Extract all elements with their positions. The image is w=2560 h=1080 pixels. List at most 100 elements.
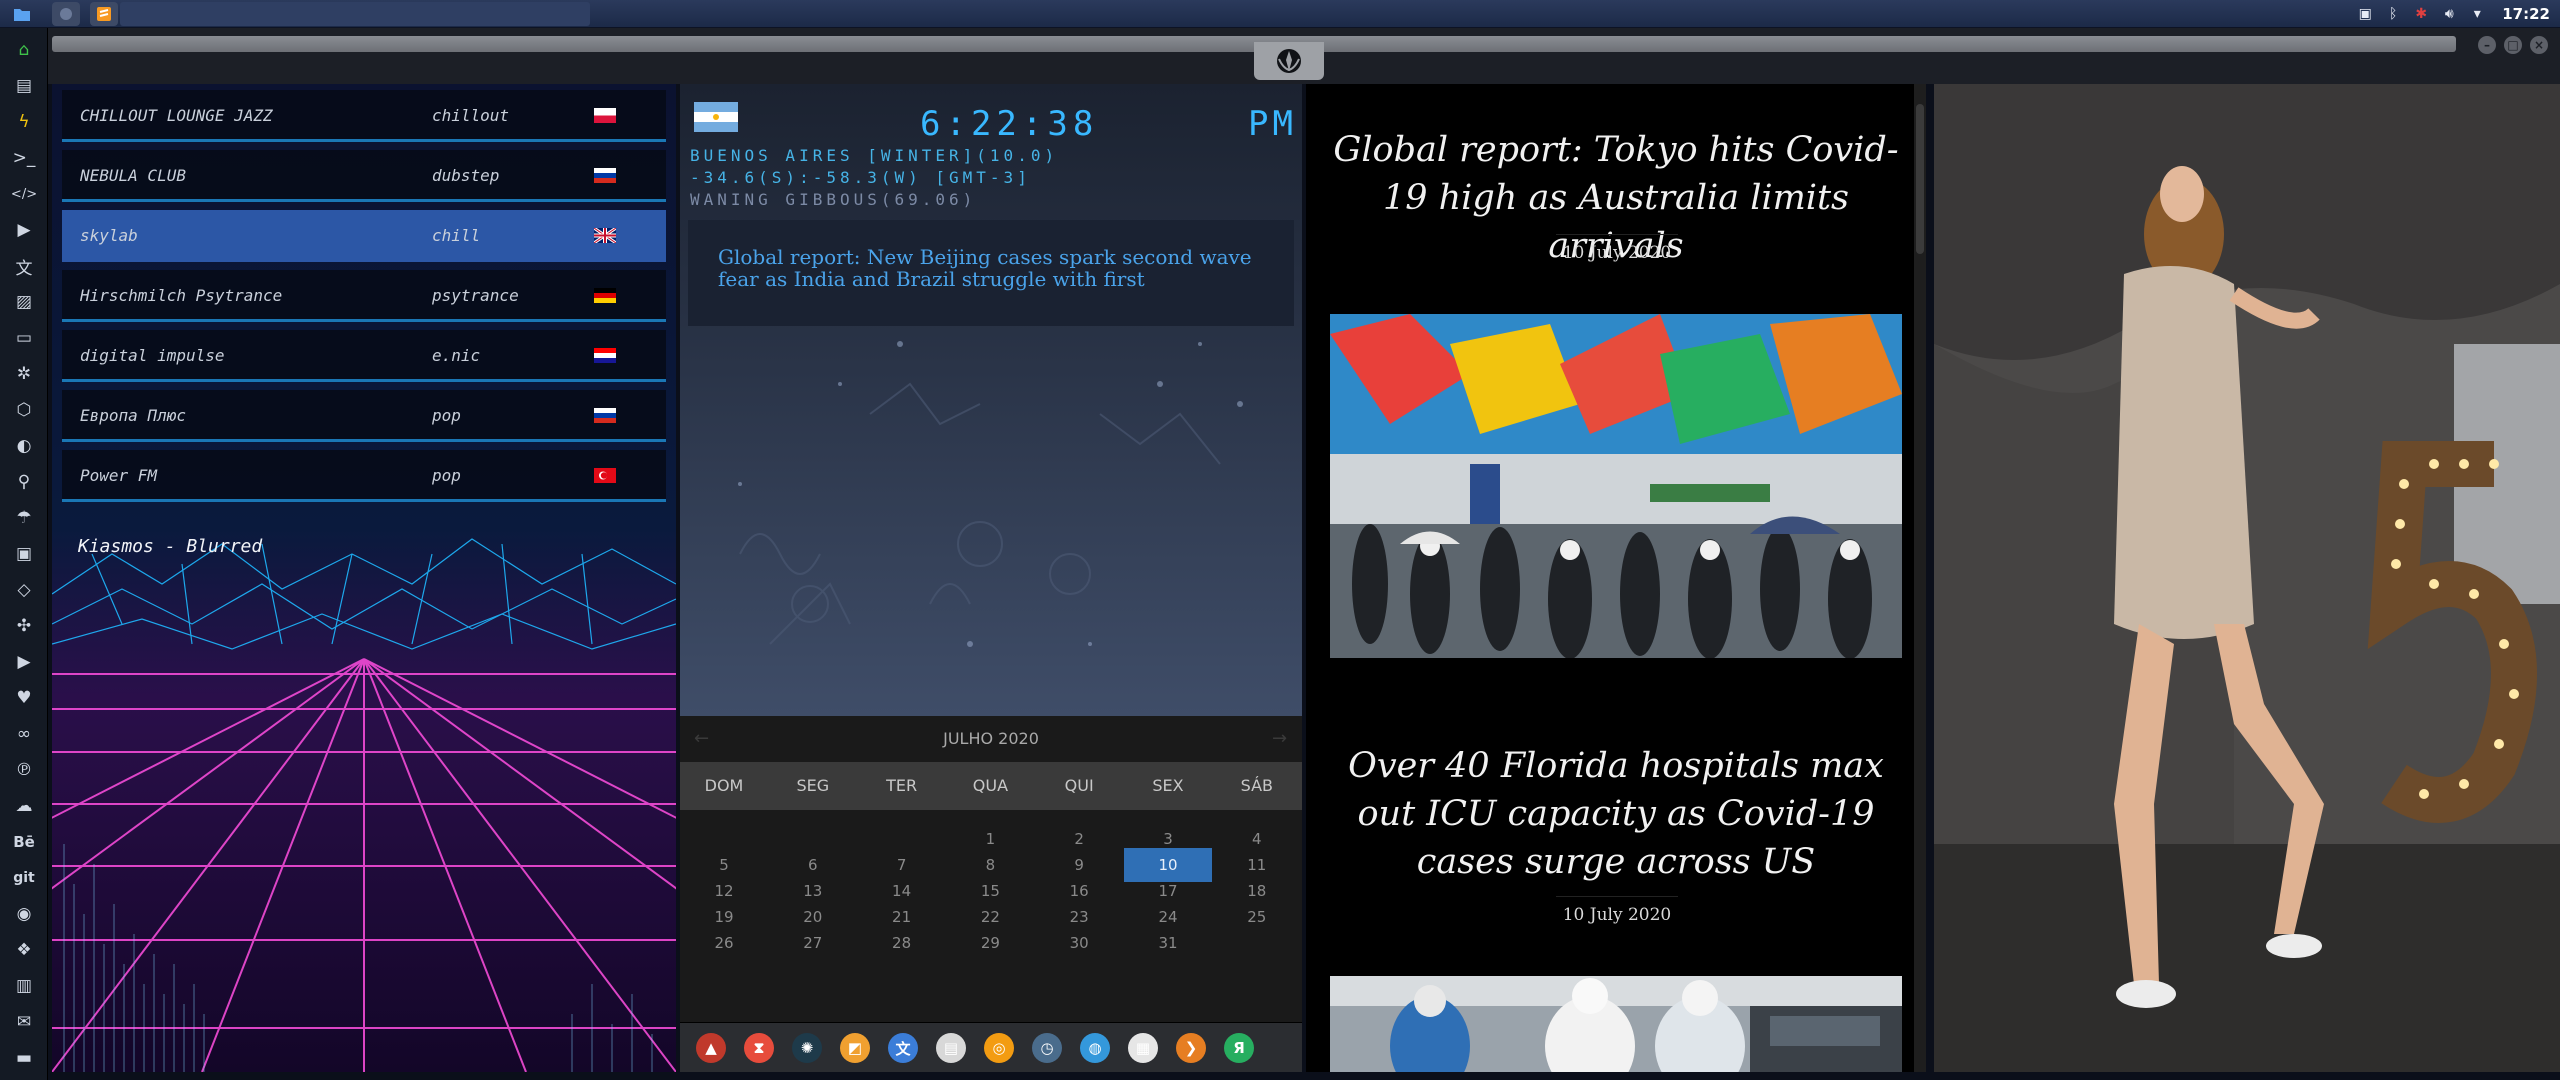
volume-icon[interactable]: 🔊︎ (2440, 5, 2458, 23)
sublime-icon[interactable] (90, 2, 118, 26)
maximize-button[interactable]: □ (2504, 36, 2522, 54)
wifi-icon[interactable]: ▾ (2468, 5, 2486, 23)
tokyo-crowd-image[interactable] (1330, 314, 1902, 658)
map-icon[interactable]: ▥ (12, 974, 36, 998)
pinterest-icon[interactable]: ℗ (12, 758, 36, 782)
station-name: Power FM (80, 466, 158, 485)
puzzle-icon[interactable]: ✣ (12, 614, 36, 638)
workspace-icon[interactable] (52, 2, 80, 26)
terminal-window-icon[interactable]: ▭ (12, 326, 36, 350)
home-icon[interactable]: ⌂ (12, 38, 36, 62)
terminal-icon[interactable]: >_ (12, 146, 36, 170)
station-row[interactable]: digital impulse e.nic (62, 330, 666, 382)
station-genre: chillout (432, 106, 510, 125)
calendar-day[interactable]: 27 (769, 926, 857, 960)
openai-icon[interactable]: ✲ (12, 362, 36, 386)
station-genre: e.nic (432, 346, 481, 365)
news-ticker[interactable]: Global report: New Beijing cases spark s… (688, 220, 1294, 326)
scrollbar-thumb[interactable] (1916, 104, 1924, 254)
document-icon[interactable]: ▤ (12, 74, 36, 98)
station-genre: chill (432, 226, 481, 245)
weekday-label: SÁB (1240, 776, 1273, 795)
calendar-day[interactable]: 29 (946, 926, 1034, 960)
station-name: Hirschmilch Psytrance (80, 286, 283, 305)
youtube-icon[interactable]: ▶ (12, 650, 36, 674)
layers-icon[interactable]: ❖ (12, 938, 36, 962)
ampm-indicator: PM (1248, 104, 1297, 144)
blender-icon[interactable]: ⬡ (12, 398, 36, 422)
close-button[interactable]: × (2530, 36, 2548, 54)
calendar-app-icon[interactable]: ▦ (1128, 1033, 1158, 1063)
contact-icon[interactable]: ▣ (12, 542, 36, 566)
station-row[interactable]: Power FM pop (62, 450, 666, 502)
bug-icon[interactable]: ✱ (2412, 5, 2430, 23)
news-headline[interactable]: Over 40 Florida hospitals max out ICU ca… (1330, 742, 1902, 886)
calendar-day[interactable]: 30 (1035, 926, 1123, 960)
github-icon[interactable]: ◉ (12, 902, 36, 926)
heart-icon[interactable]: ♥ (12, 686, 36, 710)
weekday-label: SEX (1152, 776, 1184, 795)
image-icon[interactable]: ▨ (12, 290, 36, 314)
calendar-day[interactable]: 31 (1124, 926, 1212, 960)
git-icon[interactable]: git (12, 866, 36, 890)
clock-app-icon[interactable]: ◷ (1032, 1033, 1062, 1063)
minimize-button[interactable]: – (2478, 36, 2496, 54)
poland-flag-icon (594, 108, 616, 123)
search-icon[interactable]: ⚲ (12, 470, 36, 494)
now-playing-title: Kiasmos - Blurred (78, 536, 263, 557)
notes-icon[interactable]: ▤ (936, 1033, 966, 1063)
fashion-photo (1934, 84, 2560, 1072)
russia-flag-icon (594, 408, 616, 423)
behance-icon[interactable]: Bē (12, 830, 36, 854)
mail-icon[interactable]: ✉ (12, 1010, 36, 1034)
bluetooth-icon[interactable]: ᛒ (2384, 5, 2402, 23)
translate-app-icon[interactable]: 文 (888, 1033, 918, 1063)
infinity-icon[interactable]: ∞ (12, 722, 36, 746)
translate-icon[interactable]: 文 (12, 254, 36, 279)
station-row-active[interactable]: skylab chill (62, 210, 666, 262)
russia-flag-icon (594, 168, 616, 183)
system-monitor-icon[interactable]: ✺ (792, 1033, 822, 1063)
search-app-icon[interactable]: ◎ (984, 1033, 1014, 1063)
station-name: digital impulse (80, 346, 225, 365)
arch-icon[interactable]: ▲ (696, 1033, 726, 1063)
calendar-day[interactable]: 28 (858, 926, 946, 960)
file-manager-icon[interactable] (8, 2, 36, 26)
next-month-icon[interactable]: → (1272, 728, 1292, 749)
image-viewer-icon[interactable]: ◩ (840, 1033, 870, 1063)
clock[interactable]: 17:22 (2502, 5, 2550, 23)
time-display: 6:22:38 (920, 104, 1099, 144)
tag-icon[interactable]: ◇ (12, 578, 36, 602)
world-clock-panel: 6:22:38 PM BUENOS AIRES [WINTER](10.0) -… (680, 84, 1302, 716)
prev-month-icon[interactable]: ← (694, 728, 714, 749)
news-date: 10 July 2020 (1556, 234, 1678, 263)
news-ticker-text[interactable]: Global report: New Beijing cases spark s… (718, 246, 1278, 290)
station-row[interactable]: NEBULA CLUB dubstep (62, 150, 666, 202)
play-icon[interactable]: ▶ (12, 218, 36, 242)
station-row[interactable]: Hirschmilch Psytrance psytrance (62, 270, 666, 322)
weekday-label: DOM (704, 776, 744, 795)
lightning-icon[interactable]: ϟ (12, 110, 36, 134)
code-icon[interactable]: </> (11, 182, 37, 206)
screenshot-icon[interactable]: ▣ (2356, 5, 2374, 23)
app-dock: ▲ ⧗ ✺ ◩ 文 ▤ ◎ ◷ ◍ ▦ ❯ Я (680, 1022, 1302, 1072)
browser-icon[interactable]: ◍ (1080, 1033, 1110, 1063)
florida-testing-image[interactable] (1330, 976, 1902, 1072)
station-row[interactable]: CHILLOUT LOUNGE JAZZ chillout (62, 90, 666, 142)
cloud-icon[interactable]: ☁ (12, 794, 36, 818)
station-row[interactable]: Европа Плюс pop (62, 390, 666, 442)
inbox-icon[interactable]: ▬ (12, 1046, 36, 1070)
calendar-day[interactable]: 25 (1213, 900, 1301, 934)
hourglass-icon[interactable]: ⧗ (744, 1033, 774, 1063)
calendar-day[interactable]: 26 (680, 926, 768, 960)
news-scrollbar[interactable] (1914, 84, 1926, 1072)
station-genre: dubstep (432, 166, 500, 185)
station-name: skylab (80, 226, 138, 245)
yandex-icon[interactable]: Я (1224, 1033, 1254, 1063)
umbrella-icon[interactable]: ☂ (12, 506, 36, 530)
germany-flag-icon (594, 288, 616, 303)
prompt-icon[interactable]: ❯ (1176, 1033, 1206, 1063)
globe-icon[interactable]: ◐ (12, 434, 36, 458)
calendar-month-title: JULHO 2020 (943, 729, 1039, 748)
taskbar-window-button[interactable] (120, 2, 590, 26)
